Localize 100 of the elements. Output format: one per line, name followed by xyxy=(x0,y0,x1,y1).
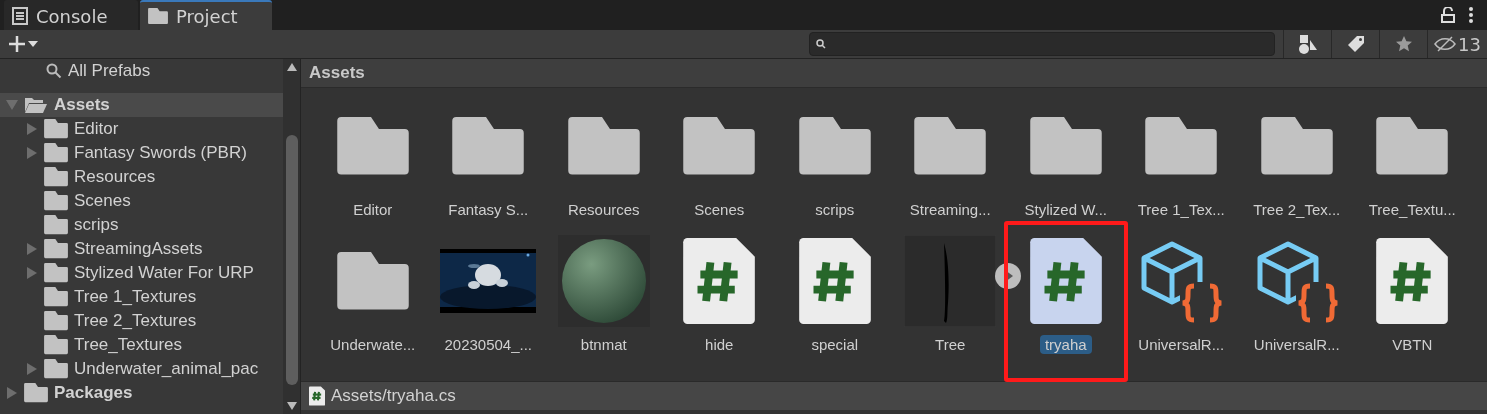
search-icon xyxy=(816,39,826,49)
asset-item[interactable]: Tree 1_Tex... xyxy=(1123,98,1239,219)
folder-node[interactable]: Tree 2_Textures xyxy=(0,309,283,333)
asset-item[interactable]: VBTN xyxy=(1354,233,1470,354)
folder-icon xyxy=(1029,117,1102,175)
folder-node[interactable]: Fantasy Swords (PBR) xyxy=(0,141,283,165)
folder-icon xyxy=(44,143,68,163)
folder-icon xyxy=(44,311,68,331)
folder-icon xyxy=(24,383,48,403)
asset-name: tryaha xyxy=(1039,335,1092,354)
folder-icon xyxy=(1260,117,1333,175)
asset-item[interactable]: Fantasy S... xyxy=(430,98,546,219)
folder-node[interactable]: Stylized Water For URP xyxy=(0,261,283,285)
scrollbar[interactable] xyxy=(283,59,300,414)
folder-node[interactable]: Resources xyxy=(0,165,283,189)
folder-node[interactable]: Underwater_animal_pac xyxy=(0,357,283,381)
asset-item[interactable]: Tree 2_Tex... xyxy=(1239,98,1355,219)
collapsed-arrow-icon[interactable] xyxy=(26,363,38,375)
folder-icon xyxy=(1376,117,1449,175)
script-file-icon xyxy=(1376,238,1449,324)
asset-name: special xyxy=(810,335,860,354)
open-folder-icon xyxy=(24,96,48,114)
search-icon xyxy=(46,63,62,79)
folder-icon xyxy=(683,117,756,175)
folder-node[interactable]: Assets xyxy=(0,93,283,117)
star-icon xyxy=(1394,35,1413,53)
collapsed-arrow-icon[interactable] xyxy=(6,387,18,399)
folder-node[interactable]: Packages xyxy=(0,381,283,405)
collapsed-arrow-icon[interactable] xyxy=(26,147,38,159)
folder-icon xyxy=(44,167,68,187)
asset-name: Stylized W... xyxy=(1023,200,1108,219)
folder-icon xyxy=(44,191,68,211)
asset-item[interactable]: Underwate... xyxy=(315,233,431,354)
asset-item[interactable]: UniversalR... xyxy=(1239,233,1355,354)
asset-name: Tree 2_Tex... xyxy=(1252,200,1342,219)
shapes-icon xyxy=(1297,34,1318,54)
scrollbar-thumb[interactable] xyxy=(285,134,298,385)
folder-icon xyxy=(148,8,168,24)
asset-item[interactable]: special xyxy=(777,233,893,354)
asset-name: btnmat xyxy=(579,335,628,354)
folder-node[interactable]: Tree_Textures xyxy=(0,333,283,357)
play-icon[interactable] xyxy=(995,263,1021,289)
hidden-packages-button[interactable]: 13 xyxy=(1427,30,1487,58)
folder-icon xyxy=(44,287,68,307)
plus-icon xyxy=(8,35,26,53)
script-file-icon xyxy=(309,386,325,406)
folder-icon xyxy=(44,263,68,283)
folder-icon xyxy=(44,239,68,259)
console-icon xyxy=(12,7,28,25)
asset-item[interactable]: UniversalR... xyxy=(1123,233,1239,354)
folder-icon xyxy=(336,117,409,175)
asset-name: UniversalR... xyxy=(1252,335,1341,354)
folder-icon xyxy=(44,335,68,355)
panel-tab[interactable]: Project xyxy=(140,0,272,30)
search-field[interactable] xyxy=(809,32,1275,56)
caret-icon xyxy=(28,41,38,47)
asset-name: UniversalR... xyxy=(1137,335,1226,354)
asset-name: 20230504_... xyxy=(443,335,534,354)
folder-icon xyxy=(567,117,640,175)
folder-icon xyxy=(914,117,987,175)
asset-item[interactable]: scrips xyxy=(777,98,893,219)
asset-item[interactable]: hide xyxy=(661,233,777,354)
asset-item[interactable]: Editor xyxy=(315,98,431,219)
asset-item[interactable]: Tree_Textu... xyxy=(1354,98,1470,219)
asset-item[interactable]: Resources xyxy=(546,98,662,219)
folder-icon xyxy=(44,215,68,235)
asset-item[interactable]: tryaha xyxy=(1008,233,1124,354)
asset-item[interactable]: Tree xyxy=(892,233,1008,354)
script-file-icon xyxy=(1029,238,1102,324)
asset-item[interactable]: Scenes xyxy=(661,98,777,219)
lock-icon[interactable] xyxy=(1441,7,1455,23)
asset-name: Streaming... xyxy=(908,200,992,219)
script-file-icon xyxy=(798,238,871,324)
asset-item[interactable]: btnmat xyxy=(546,233,662,354)
asset-path: Assets/tryaha.cs xyxy=(331,386,456,406)
breadcrumb[interactable]: Assets xyxy=(301,59,1487,88)
collapsed-arrow-icon[interactable] xyxy=(26,267,38,279)
down-arrow-icon[interactable] xyxy=(286,402,297,410)
asset-item[interactable]: 20230504_... xyxy=(430,233,546,354)
saved-search-entry[interactable]: All Prefabs xyxy=(0,59,283,83)
asset-item[interactable]: Streaming... xyxy=(892,98,1008,219)
asset-name: Scenes xyxy=(693,200,746,219)
menu-icon[interactable] xyxy=(1469,7,1473,23)
folder-node[interactable]: scrips xyxy=(0,213,283,237)
folder-node[interactable]: Editor xyxy=(0,117,283,141)
asset-name: hide xyxy=(704,335,735,354)
asset-name: scrips xyxy=(814,200,856,219)
collapsed-arrow-icon[interactable] xyxy=(26,123,38,135)
asset-item[interactable]: Stylized W... xyxy=(1008,98,1124,219)
asset-name: Tree xyxy=(934,335,967,354)
folder-node[interactable]: Scenes xyxy=(0,189,283,213)
folder-node[interactable]: StreamingAssets xyxy=(0,237,283,261)
expanded-arrow-icon[interactable] xyxy=(6,99,18,111)
collapsed-arrow-icon[interactable] xyxy=(26,243,38,255)
folder-icon xyxy=(44,119,68,139)
folder-node[interactable]: Tree 1_Textures xyxy=(0,285,283,309)
asset-name: Tree 1_Tex... xyxy=(1136,200,1226,219)
panel-tab[interactable]: Console xyxy=(4,0,138,30)
up-arrow-icon[interactable] xyxy=(286,63,297,71)
folder-icon xyxy=(1145,117,1218,175)
